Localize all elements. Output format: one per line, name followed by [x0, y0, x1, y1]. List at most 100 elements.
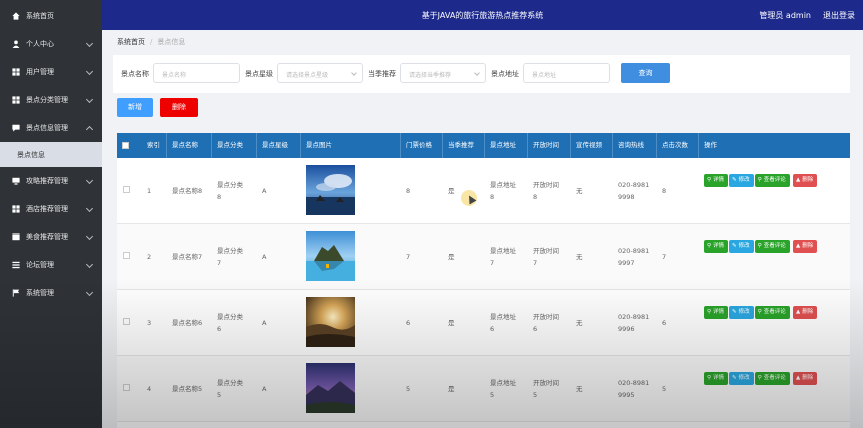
col-header: 当季推荐	[443, 133, 485, 158]
cell-level: A	[262, 319, 267, 327]
sidebar-item-spots[interactable]: 景点信息管理	[0, 114, 102, 142]
row-checkbox[interactable]	[123, 384, 130, 391]
breadcrumb-home[interactable]: 系统首页	[117, 38, 145, 46]
sidebar-subitem-spot-info[interactable]: 景点信息	[0, 142, 102, 167]
cell-address: 景点地址	[490, 379, 516, 387]
sidebar-item-system[interactable]: 系统管理	[0, 279, 102, 307]
col-header: 景点名称	[167, 133, 212, 158]
edit-label: 修改	[738, 243, 750, 249]
chevron-down-icon	[85, 67, 94, 76]
cell-index: 3	[147, 319, 152, 327]
pencil-icon: ✎	[732, 375, 737, 381]
view-comments-button[interactable]: ⚲ 查看评论	[754, 372, 790, 385]
edit-label: 修改	[738, 177, 750, 183]
grid-icon	[12, 68, 20, 76]
cell-name: 景点名称6	[172, 319, 203, 327]
season-select[interactable]: 请选择当季推荐	[400, 63, 486, 83]
sidebar-item-personal[interactable]: 个人中心	[0, 30, 102, 58]
delete-button[interactable]: ▲ 删除	[792, 174, 818, 187]
select-all-checkbox[interactable]	[122, 142, 129, 149]
level-select[interactable]: 请选择景点星级	[277, 63, 363, 83]
cell-season: 是	[448, 187, 455, 195]
logout-link[interactable]: 退出登录	[823, 10, 855, 21]
spot-image	[306, 231, 355, 281]
sidebar-item-users[interactable]: 用户管理	[0, 58, 102, 86]
chevron-down-icon	[85, 288, 94, 297]
col-header: 索引	[142, 133, 167, 158]
pencil-icon: ✎	[732, 243, 737, 249]
cell-address: 景点地址	[490, 181, 516, 189]
name-input[interactable]: 景点名称	[153, 63, 240, 83]
row-checkbox[interactable]	[123, 318, 130, 325]
edit-label: 修改	[738, 375, 750, 381]
sidebar-item-label: 系统管理	[26, 289, 54, 297]
sidebar-item-hotels[interactable]: 酒店推荐管理	[0, 195, 102, 223]
edit-label: 修改	[738, 309, 750, 315]
view-comments-button[interactable]: ⚲ 查看评论	[754, 306, 790, 319]
view-comments-button[interactable]: ⚲ 查看评论	[754, 240, 790, 253]
cell-category: 景点分类	[217, 247, 243, 255]
row-actions: ⚲ 详情 ✎ 修改 ⚲ 查看评论 ▲ 删除	[704, 306, 844, 322]
chat-icon	[12, 124, 20, 132]
delete-button[interactable]: ▲ 删除	[792, 240, 818, 253]
address-input[interactable]: 景点地址	[523, 63, 610, 83]
table-row: 3 景点名称6 景点分类 6 A 6 是 景点地址 6 开放时间 6 无 020…	[117, 290, 850, 356]
sidebar-item-home[interactable]: 系统首页	[0, 2, 102, 30]
pencil-icon: ✎	[732, 309, 737, 315]
table-row: 1 景点名称8 景点分类 8 A 8 是 景点地址 8 开放时间 8 无 020…	[117, 158, 850, 224]
search-icon: ⚲	[707, 243, 712, 249]
grid-icon	[12, 96, 20, 104]
comment-label: 查看评论	[763, 375, 786, 381]
row-checkbox[interactable]	[123, 186, 130, 193]
cell-open: 开放时间	[533, 181, 559, 189]
sidebar-item-food[interactable]: 美食推荐管理	[0, 223, 102, 251]
chevron-down-icon	[85, 204, 94, 213]
delete-button[interactable]: ▲ 删除	[792, 372, 818, 385]
cell-price: 8	[406, 187, 411, 195]
cell-category-value: 6	[217, 325, 222, 333]
current-user: 管理员 admin	[759, 11, 811, 20]
app-title: 基于JAVA的旅行旅游热点推荐系统	[421, 11, 544, 20]
search-icon: ⚲	[757, 309, 762, 315]
row-checkbox[interactable]	[123, 252, 130, 259]
detail-button[interactable]: ⚲ 详情	[704, 306, 729, 319]
cell-address: 景点地址	[490, 247, 516, 255]
detail-button[interactable]: ⚲ 详情	[704, 372, 729, 385]
sidebar-item-category[interactable]: 景点分类管理	[0, 86, 102, 114]
delete-button[interactable]: ▲ 删除	[792, 306, 818, 319]
cell-open-value: 6	[533, 325, 538, 333]
cell-clicks: 6	[662, 319, 667, 327]
season-label: 当季推荐	[368, 70, 396, 78]
edit-button[interactable]: ✎ 修改	[729, 174, 754, 187]
cell-category-value: 7	[217, 259, 222, 267]
sidebar-item-forum[interactable]: 论坛管理	[0, 251, 102, 279]
batch-delete-button[interactable]: 删除	[160, 98, 198, 117]
row-actions: ⚲ 详情 ✎ 修改 ⚲ 查看评论 ▲ 删除	[704, 240, 844, 256]
trash-icon: ▲	[795, 309, 801, 315]
sidebar-item-label: 用户管理	[26, 68, 54, 76]
sidebar-item-guides[interactable]: 攻略推荐管理	[0, 167, 102, 195]
trash-icon: ▲	[795, 375, 801, 381]
cell-category: 景点分类	[217, 313, 243, 321]
add-button[interactable]: 新增	[117, 98, 153, 117]
edit-button[interactable]: ✎ 修改	[729, 372, 754, 385]
edit-button[interactable]: ✎ 修改	[729, 240, 754, 253]
query-button[interactable]: 查询	[621, 63, 670, 83]
delete-label: 删除	[802, 243, 814, 249]
cell-hotline-ext: 9995	[618, 391, 635, 399]
col-header: 点击次数	[657, 133, 699, 158]
list-icon	[12, 261, 20, 269]
monitor-icon	[12, 177, 20, 185]
sidebar-item-label: 景点分类管理	[26, 96, 68, 104]
detail-button[interactable]: ⚲ 详情	[704, 240, 729, 253]
col-header: 景点分类	[212, 133, 257, 158]
cell-category-value: 8	[217, 193, 222, 201]
edit-button[interactable]: ✎ 修改	[729, 306, 754, 319]
search-icon: ⚲	[707, 177, 712, 183]
table-row: 2 景点名称7 景点分类 7 A 7 是 景点地址 7 开放时间 7 无 020…	[117, 224, 850, 290]
sidebar-item-label: 个人中心	[26, 40, 54, 48]
detail-button[interactable]: ⚲ 详情	[704, 174, 729, 187]
level-label: 景点星级	[245, 70, 273, 78]
detail-label: 详情	[713, 243, 725, 249]
view-comments-button[interactable]: ⚲ 查看评论	[754, 174, 790, 187]
